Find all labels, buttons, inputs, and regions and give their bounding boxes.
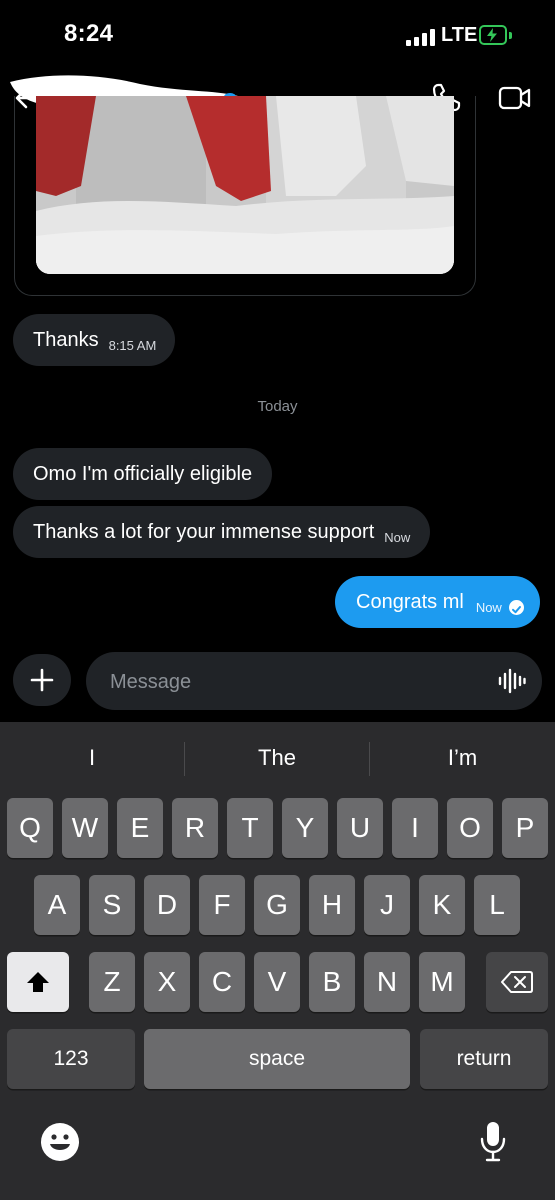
key-q[interactable]: Q [7,798,53,858]
key-m[interactable]: M [419,952,465,1012]
shift-arrow-icon [27,972,49,992]
key-l[interactable]: L [474,875,520,935]
message-composer[interactable] [86,652,542,712]
backspace-icon [501,971,533,993]
shared-image[interactable] [36,96,454,274]
incoming-message[interactable]: Thanks a lot for your immense support No… [13,506,431,558]
message-text: Omo I'm officially eligible [33,462,253,485]
outgoing-message[interactable]: Congrats ml Now [335,576,540,628]
video-icon [498,86,531,110]
battery-nub [509,32,512,39]
numbers-key[interactable]: 123 [7,1029,135,1089]
key-c[interactable]: C [199,952,245,1012]
message-text: Thanks a lot for your immense support [33,520,375,543]
space-key[interactable]: space [144,1029,410,1089]
key-b[interactable]: B [309,952,355,1012]
key-a[interactable]: A [34,875,80,935]
key-e[interactable]: E [117,798,163,858]
read-check-icon [508,599,524,615]
delete-key[interactable] [486,952,548,1012]
message-text: Thanks [33,328,99,351]
date-divider: Today [257,398,298,415]
key-r[interactable]: R [172,798,218,858]
key-u[interactable]: U [337,798,383,858]
key-h[interactable]: H [309,875,355,935]
key-i[interactable]: I [392,798,438,858]
key-y[interactable]: Y [282,798,328,858]
incoming-message[interactable]: Thanks 8:15 AM [13,314,175,366]
message-timestamp: Now [384,529,411,545]
key-t[interactable]: T [227,798,273,858]
key-n[interactable]: N [364,952,410,1012]
voice-message-icon[interactable] [497,667,527,695]
key-s[interactable]: S [89,875,135,935]
suggestion-1[interactable]: I [0,722,184,794]
add-attachment-button[interactable] [13,654,71,706]
key-p[interactable]: P [502,798,548,858]
key-z[interactable]: Z [89,952,135,1012]
key-v[interactable]: V [254,952,300,1012]
message-timestamp: 8:15 AM [108,337,157,353]
emoji-icon[interactable] [40,1122,80,1162]
keyboard: I The I’m Q W E R T Y U I O P A S D F G … [0,722,555,1200]
dictation-mic-icon[interactable] [478,1120,508,1164]
message-input[interactable] [108,652,472,712]
suggestion-3[interactable]: I’m [370,722,555,794]
video-call-button[interactable] [498,82,531,114]
plus-icon [30,668,54,692]
key-g[interactable]: G [254,875,300,935]
key-f[interactable]: F [199,875,245,935]
key-k[interactable]: K [419,875,465,935]
incoming-message[interactable]: Omo I'm officially eligible [13,448,273,500]
message-text: Congrats ml [356,590,464,613]
key-j[interactable]: J [364,875,410,935]
battery-charging-icon [479,25,507,45]
key-x[interactable]: X [144,952,190,1012]
key-d[interactable]: D [144,875,190,935]
signal-strength-icon [406,28,436,46]
key-w[interactable]: W [62,798,108,858]
suggestion-2[interactable]: The [185,722,369,794]
network-type: LTE [441,24,478,46]
key-o[interactable]: O [447,798,493,858]
message-timestamp: Now [475,599,502,615]
status-time: 8:24 [64,20,114,47]
shift-key[interactable] [7,952,69,1012]
return-key[interactable]: return [420,1029,548,1089]
